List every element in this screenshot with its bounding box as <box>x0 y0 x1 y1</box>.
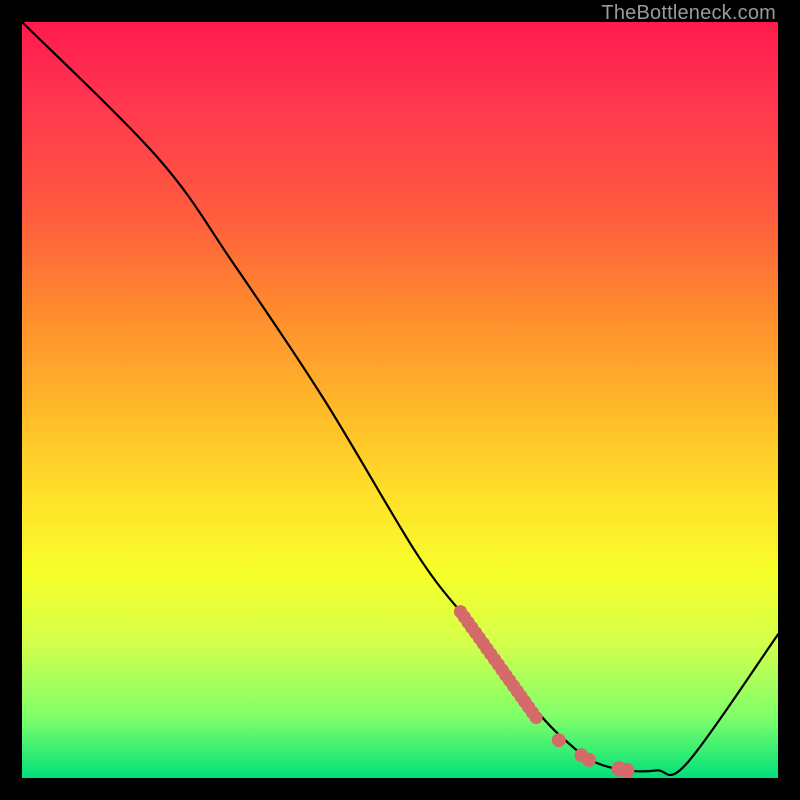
chart-markers <box>454 605 635 778</box>
chart-frame <box>22 22 778 778</box>
chart-marker <box>552 733 566 747</box>
chart-marker <box>619 763 634 778</box>
chart-marker <box>582 753 596 767</box>
chart-marker <box>530 711 543 724</box>
chart-line <box>22 22 778 775</box>
chart-svg <box>22 22 778 778</box>
